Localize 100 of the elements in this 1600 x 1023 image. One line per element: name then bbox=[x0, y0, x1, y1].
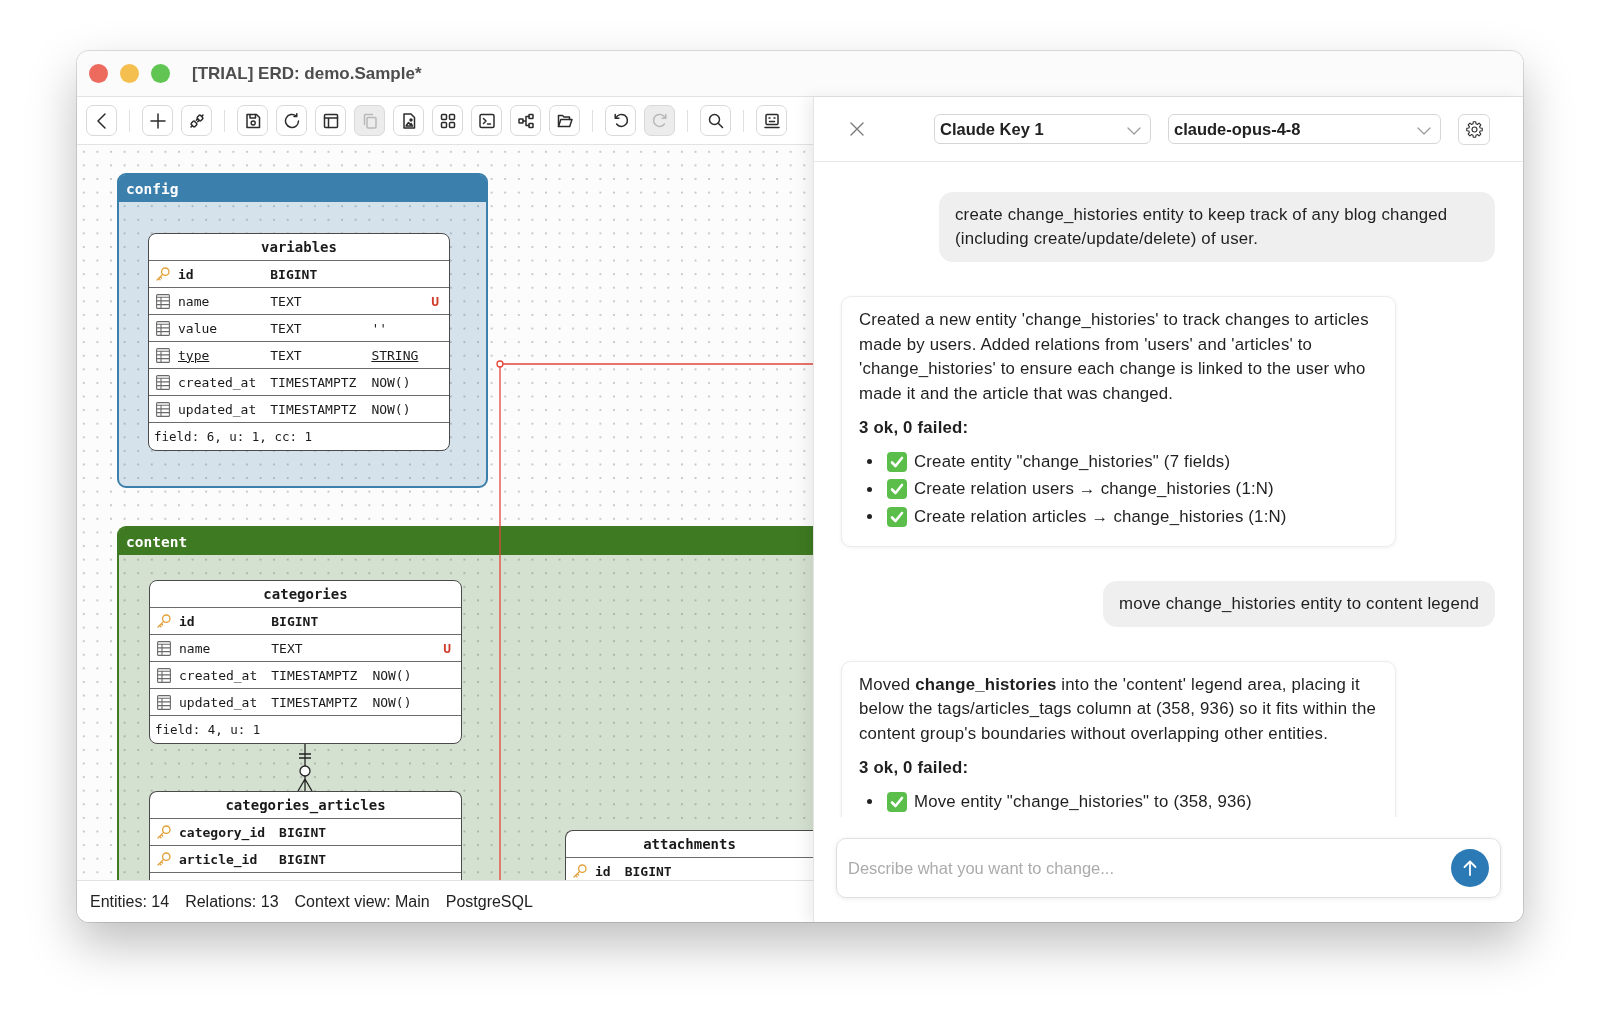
undo-icon bbox=[612, 112, 629, 129]
arrow-up-icon bbox=[1463, 860, 1477, 876]
bullet-icon bbox=[867, 514, 872, 520]
image-file-icon bbox=[400, 112, 417, 129]
status-item: Context view: Main bbox=[294, 892, 430, 911]
panel-layout-icon bbox=[322, 112, 339, 129]
column-icon bbox=[156, 401, 170, 417]
redo-icon bbox=[651, 112, 668, 129]
entity-name: variables bbox=[261, 239, 337, 255]
field-name: id bbox=[595, 863, 611, 879]
key-icon bbox=[157, 825, 171, 839]
layout-button[interactable] bbox=[315, 105, 346, 136]
chevron-down-icon bbox=[1127, 126, 1141, 135]
field-type: TIMESTAMPTZ bbox=[270, 401, 357, 417]
key-icon bbox=[156, 267, 170, 281]
step-text: Create relation articles → change_histories (1:N) bbox=[914, 506, 1287, 527]
field-name: article_id bbox=[179, 851, 258, 867]
screen-icon bbox=[763, 112, 780, 129]
chevron-down-icon bbox=[1417, 126, 1431, 135]
assistant-message-text: Created a new entity 'change_histories' to track changes to articles made by users. Added relations from 'users' and 'articles' to 'change_histories' to ensure each change is linked to the user who made it and the article that was changed. bbox=[859, 309, 1370, 405]
api-key-dropdown[interactable]: Claude Key 1 bbox=[934, 114, 1151, 144]
result-summary: 3 ok, 0 failed: bbox=[859, 757, 970, 779]
gear-icon bbox=[1465, 120, 1483, 138]
grid-icon bbox=[439, 112, 456, 129]
grid-button[interactable] bbox=[432, 105, 463, 136]
column-icon bbox=[157, 640, 171, 656]
field-name: name bbox=[179, 640, 211, 656]
field-name: name bbox=[178, 293, 210, 309]
image-export-button[interactable] bbox=[393, 105, 424, 136]
add-button[interactable] bbox=[142, 105, 173, 136]
field-type: BIGINT bbox=[279, 851, 327, 867]
settings-button[interactable] bbox=[1458, 113, 1490, 145]
undo-button[interactable] bbox=[605, 105, 636, 136]
node-tree-icon bbox=[517, 112, 534, 129]
circular-arrow-icon bbox=[283, 112, 300, 129]
diagram-button[interactable] bbox=[510, 105, 541, 136]
refresh-button[interactable] bbox=[276, 105, 307, 136]
plug-icon bbox=[188, 112, 205, 129]
column-icon bbox=[157, 667, 171, 683]
field-default: NOW() bbox=[372, 667, 412, 683]
back-button[interactable] bbox=[86, 105, 117, 136]
step-text: Create entity "change_histories" (7 fields) bbox=[914, 451, 1231, 472]
step-text: Create relation users → change_histories (1:N) bbox=[914, 479, 1274, 500]
folder-icon bbox=[556, 112, 573, 129]
status-item: Entities: 14 bbox=[90, 892, 170, 911]
field-name: created_at bbox=[178, 374, 257, 390]
field-default: STRING bbox=[371, 347, 419, 363]
chevron-left-icon bbox=[97, 112, 106, 129]
column-icon bbox=[156, 374, 170, 390]
field-name: updated_at bbox=[179, 694, 258, 710]
key-icon bbox=[157, 852, 171, 866]
field-name: created_at bbox=[179, 667, 258, 683]
unique-label: U bbox=[431, 293, 439, 309]
bullet-icon bbox=[867, 799, 872, 805]
assistant-message-text: Moved change_histories into the 'content' legend area, placing it below the tags/articles_tags column at (358, 936) so it fits within the content group's boundaries without overlapping other entities. bbox=[859, 673, 1377, 745]
entity-name: attachments bbox=[643, 836, 736, 852]
field-default: NOW() bbox=[371, 401, 411, 417]
terminal-icon bbox=[478, 112, 495, 129]
entity-name: categories bbox=[263, 586, 348, 602]
field-default: NOW() bbox=[372, 694, 412, 710]
column-icon bbox=[156, 320, 170, 336]
connect-button[interactable] bbox=[181, 105, 212, 136]
column-icon bbox=[157, 694, 171, 710]
field-name: id bbox=[179, 613, 195, 629]
screen-button[interactable] bbox=[756, 105, 787, 136]
open-button[interactable] bbox=[549, 105, 580, 136]
field-type: TEXT bbox=[270, 320, 302, 336]
key-icon bbox=[573, 864, 587, 878]
bullet-icon bbox=[867, 486, 872, 492]
field-name: type bbox=[178, 347, 210, 363]
save-button[interactable] bbox=[237, 105, 268, 136]
user-message: move change_histories entity to content legend bbox=[1103, 580, 1495, 627]
status-item: Relations: 13 bbox=[185, 892, 279, 911]
documents-icon bbox=[361, 112, 378, 129]
field-name: updated_at bbox=[178, 401, 257, 417]
table-summary: field: 4, u: 1 bbox=[155, 722, 261, 737]
window-close-button[interactable] bbox=[89, 64, 108, 83]
status-item: PostgreSQL bbox=[445, 892, 533, 911]
key-icon bbox=[157, 614, 171, 628]
field-type: BIGINT bbox=[624, 863, 672, 879]
model-dropdown[interactable]: claude-opus-4-8 bbox=[1168, 114, 1441, 144]
column-icon bbox=[156, 347, 170, 363]
field-type: BIGINT bbox=[270, 266, 318, 282]
table-summary: field: 6, u: 1, cc: 1 bbox=[154, 429, 313, 444]
send-button[interactable] bbox=[1451, 849, 1489, 887]
bullet-icon bbox=[867, 459, 872, 465]
window-title: [TRIAL] ERD: demo.Sample* bbox=[192, 63, 422, 84]
field-type: TEXT bbox=[270, 347, 302, 363]
plus-icon bbox=[149, 112, 166, 129]
terminal-button[interactable] bbox=[471, 105, 502, 136]
search-icon bbox=[707, 112, 724, 129]
field-type: TEXT bbox=[270, 293, 302, 309]
field-type: TIMESTAMPTZ bbox=[271, 694, 358, 710]
field-type: BIGINT bbox=[271, 613, 319, 629]
entity-name: categories_articles bbox=[225, 797, 386, 813]
field-type: TIMESTAMPTZ bbox=[271, 667, 358, 683]
field-name: value bbox=[178, 320, 218, 336]
field-type: BIGINT bbox=[279, 824, 327, 840]
search-button[interactable] bbox=[700, 105, 731, 136]
group-name: content bbox=[126, 533, 188, 550]
